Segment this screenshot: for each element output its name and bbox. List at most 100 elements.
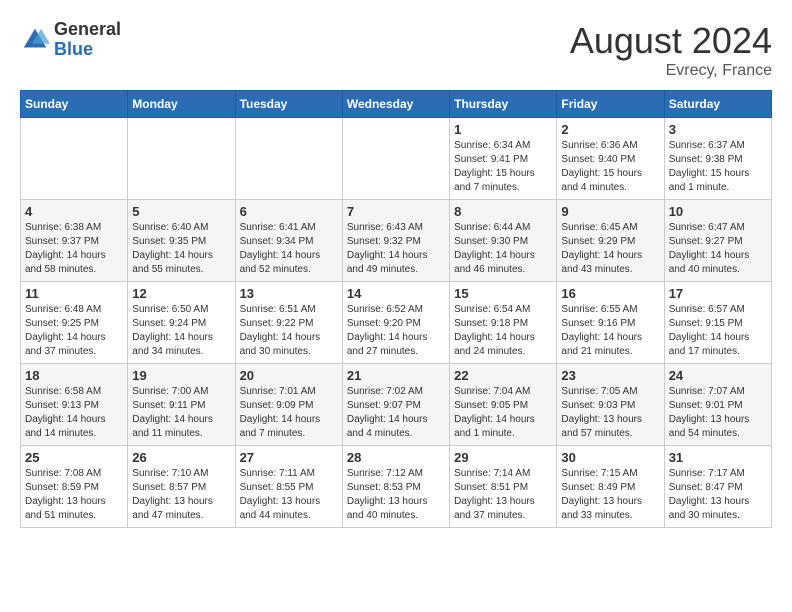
day-content: Sunrise: 7:02 AM Sunset: 9:07 PM Dayligh… — [347, 385, 445, 441]
day-content: Sunrise: 7:15 AM Sunset: 8:49 PM Dayligh… — [561, 467, 659, 523]
day-number: 15 — [454, 286, 552, 301]
day-number: 29 — [454, 450, 552, 465]
day-number: 10 — [669, 204, 767, 219]
logo-general: General — [54, 20, 121, 40]
day-content: Sunrise: 6:37 AM Sunset: 9:38 PM Dayligh… — [669, 139, 767, 195]
day-number: 28 — [347, 450, 445, 465]
calendar-cell — [342, 118, 449, 200]
day-content: Sunrise: 7:08 AM Sunset: 8:59 PM Dayligh… — [25, 467, 123, 523]
day-content: Sunrise: 7:12 AM Sunset: 8:53 PM Dayligh… — [347, 467, 445, 523]
day-number: 27 — [240, 450, 338, 465]
calendar-cell: 18 Sunrise: 6:58 AM Sunset: 9:13 PM Dayli… — [21, 364, 128, 446]
day-number: 30 — [561, 450, 659, 465]
calendar-cell: 16 Sunrise: 6:55 AM Sunset: 9:16 PM Dayli… — [557, 282, 664, 364]
day-header-monday: Monday — [128, 91, 235, 118]
day-number: 18 — [25, 368, 123, 383]
day-header-sunday: Sunday — [21, 91, 128, 118]
calendar-cell: 2 Sunrise: 6:36 AM Sunset: 9:40 PM Daylig… — [557, 118, 664, 200]
calendar-cell: 13 Sunrise: 6:51 AM Sunset: 9:22 PM Dayli… — [235, 282, 342, 364]
calendar-cell: 21 Sunrise: 7:02 AM Sunset: 9:07 PM Dayli… — [342, 364, 449, 446]
header-row: SundayMondayTuesdayWednesdayThursdayFrid… — [21, 91, 772, 118]
day-content: Sunrise: 6:41 AM Sunset: 9:34 PM Dayligh… — [240, 221, 338, 277]
day-header-thursday: Thursday — [450, 91, 557, 118]
calendar-cell: 26 Sunrise: 7:10 AM Sunset: 8:57 PM Dayli… — [128, 446, 235, 528]
calendar-cell — [21, 118, 128, 200]
calendar-cell: 14Sunrise: 6:52 AM Sunset: 9:20 PM Dayli… — [342, 282, 449, 364]
title-section: August 2024 Evrecy, France — [570, 20, 772, 80]
calendar-header: SundayMondayTuesdayWednesdayThursdayFrid… — [21, 91, 772, 118]
day-content: Sunrise: 7:11 AM Sunset: 8:55 PM Dayligh… — [240, 467, 338, 523]
day-number: 4 — [25, 204, 123, 219]
logo-icon — [20, 25, 50, 55]
day-content: Sunrise: 6:55 AM Sunset: 9:16 PM Dayligh… — [561, 303, 659, 359]
day-number: 5 — [132, 204, 230, 219]
calendar-cell: 1 Sunrise: 6:34 AM Sunset: 9:41 PM Daylig… — [450, 118, 557, 200]
day-number: 26 — [132, 450, 230, 465]
location: Evrecy, France — [570, 62, 772, 80]
week-row-3: 11Sunrise: 6:48 AM Sunset: 9:25 PM Dayli… — [21, 282, 772, 364]
day-number: 21 — [347, 368, 445, 383]
day-content: Sunrise: 7:00 AM Sunset: 9:11 PM Dayligh… — [132, 385, 230, 441]
week-row-2: 4 Sunrise: 6:38 AM Sunset: 9:37 PM Daylig… — [21, 200, 772, 282]
day-content: Sunrise: 6:44 AM Sunset: 9:30 PM Dayligh… — [454, 221, 552, 277]
calendar-cell: 6 Sunrise: 6:41 AM Sunset: 9:34 PM Daylig… — [235, 200, 342, 282]
calendar-cell: 24Sunrise: 7:07 AM Sunset: 9:01 PM Dayli… — [664, 364, 771, 446]
day-number: 2 — [561, 122, 659, 137]
calendar-cell: 28 Sunrise: 7:12 AM Sunset: 8:53 PM Dayli… — [342, 446, 449, 528]
day-number: 13 — [240, 286, 338, 301]
calendar-cell: 4 Sunrise: 6:38 AM Sunset: 9:37 PM Daylig… — [21, 200, 128, 282]
day-content: Sunrise: 6:57 AM Sunset: 9:15 PM Dayligh… — [669, 303, 767, 359]
calendar-cell: 31Sunrise: 7:17 AM Sunset: 8:47 PM Dayli… — [664, 446, 771, 528]
day-content: Sunrise: 7:17 AM Sunset: 8:47 PM Dayligh… — [669, 467, 767, 523]
day-number: 20 — [240, 368, 338, 383]
day-content: Sunrise: 6:43 AM Sunset: 9:32 PM Dayligh… — [347, 221, 445, 277]
day-content: Sunrise: 7:05 AM Sunset: 9:03 PM Dayligh… — [561, 385, 659, 441]
day-content: Sunrise: 7:01 AM Sunset: 9:09 PM Dayligh… — [240, 385, 338, 441]
month-year: August 2024 — [570, 20, 772, 62]
day-content: Sunrise: 6:36 AM Sunset: 9:40 PM Dayligh… — [561, 139, 659, 195]
day-content: Sunrise: 6:48 AM Sunset: 9:25 PM Dayligh… — [25, 303, 123, 359]
day-content: Sunrise: 6:47 AM Sunset: 9:27 PM Dayligh… — [669, 221, 767, 277]
day-number: 22 — [454, 368, 552, 383]
calendar-cell: 17Sunrise: 6:57 AM Sunset: 9:15 PM Dayli… — [664, 282, 771, 364]
day-content: Sunrise: 6:50 AM Sunset: 9:24 PM Dayligh… — [132, 303, 230, 359]
day-number: 23 — [561, 368, 659, 383]
calendar-cell: 5 Sunrise: 6:40 AM Sunset: 9:35 PM Daylig… — [128, 200, 235, 282]
day-content: Sunrise: 6:51 AM Sunset: 9:22 PM Dayligh… — [240, 303, 338, 359]
calendar-cell: 19Sunrise: 7:00 AM Sunset: 9:11 PM Dayli… — [128, 364, 235, 446]
calendar-cell: 10 Sunrise: 6:47 AM Sunset: 9:27 PM Dayli… — [664, 200, 771, 282]
calendar-cell: 20 Sunrise: 7:01 AM Sunset: 9:09 PM Dayli… — [235, 364, 342, 446]
day-number: 12 — [132, 286, 230, 301]
calendar-cell: 23 Sunrise: 7:05 AM Sunset: 9:03 PM Dayli… — [557, 364, 664, 446]
day-content: Sunrise: 6:34 AM Sunset: 9:41 PM Dayligh… — [454, 139, 552, 195]
day-content: Sunrise: 6:38 AM Sunset: 9:37 PM Dayligh… — [25, 221, 123, 277]
day-header-wednesday: Wednesday — [342, 91, 449, 118]
day-number: 1 — [454, 122, 552, 137]
day-content: Sunrise: 7:07 AM Sunset: 9:01 PM Dayligh… — [669, 385, 767, 441]
page-header: General Blue August 2024 Evrecy, France — [20, 20, 772, 80]
day-number: 25 — [25, 450, 123, 465]
calendar-body: 1 Sunrise: 6:34 AM Sunset: 9:41 PM Daylig… — [21, 118, 772, 528]
calendar-cell: 11Sunrise: 6:48 AM Sunset: 9:25 PM Dayli… — [21, 282, 128, 364]
day-content: Sunrise: 6:54 AM Sunset: 9:18 PM Dayligh… — [454, 303, 552, 359]
day-content: Sunrise: 7:10 AM Sunset: 8:57 PM Dayligh… — [132, 467, 230, 523]
day-content: Sunrise: 6:58 AM Sunset: 9:13 PM Dayligh… — [25, 385, 123, 441]
day-header-saturday: Saturday — [664, 91, 771, 118]
day-header-friday: Friday — [557, 91, 664, 118]
logo-blue: Blue — [54, 40, 121, 60]
day-header-tuesday: Tuesday — [235, 91, 342, 118]
day-number: 6 — [240, 204, 338, 219]
calendar-cell — [235, 118, 342, 200]
day-content: Sunrise: 6:40 AM Sunset: 9:35 PM Dayligh… — [132, 221, 230, 277]
calendar-cell: 7 Sunrise: 6:43 AM Sunset: 9:32 PM Daylig… — [342, 200, 449, 282]
calendar-cell: 27 Sunrise: 7:11 AM Sunset: 8:55 PM Dayli… — [235, 446, 342, 528]
day-content: Sunrise: 7:14 AM Sunset: 8:51 PM Dayligh… — [454, 467, 552, 523]
day-number: 7 — [347, 204, 445, 219]
calendar-cell: 3 Sunrise: 6:37 AM Sunset: 9:38 PM Daylig… — [664, 118, 771, 200]
calendar-cell — [128, 118, 235, 200]
calendar-cell: 29 Sunrise: 7:14 AM Sunset: 8:51 PM Dayli… — [450, 446, 557, 528]
day-number: 3 — [669, 122, 767, 137]
day-number: 16 — [561, 286, 659, 301]
week-row-4: 18 Sunrise: 6:58 AM Sunset: 9:13 PM Dayli… — [21, 364, 772, 446]
calendar-cell: 22Sunrise: 7:04 AM Sunset: 9:05 PM Dayli… — [450, 364, 557, 446]
